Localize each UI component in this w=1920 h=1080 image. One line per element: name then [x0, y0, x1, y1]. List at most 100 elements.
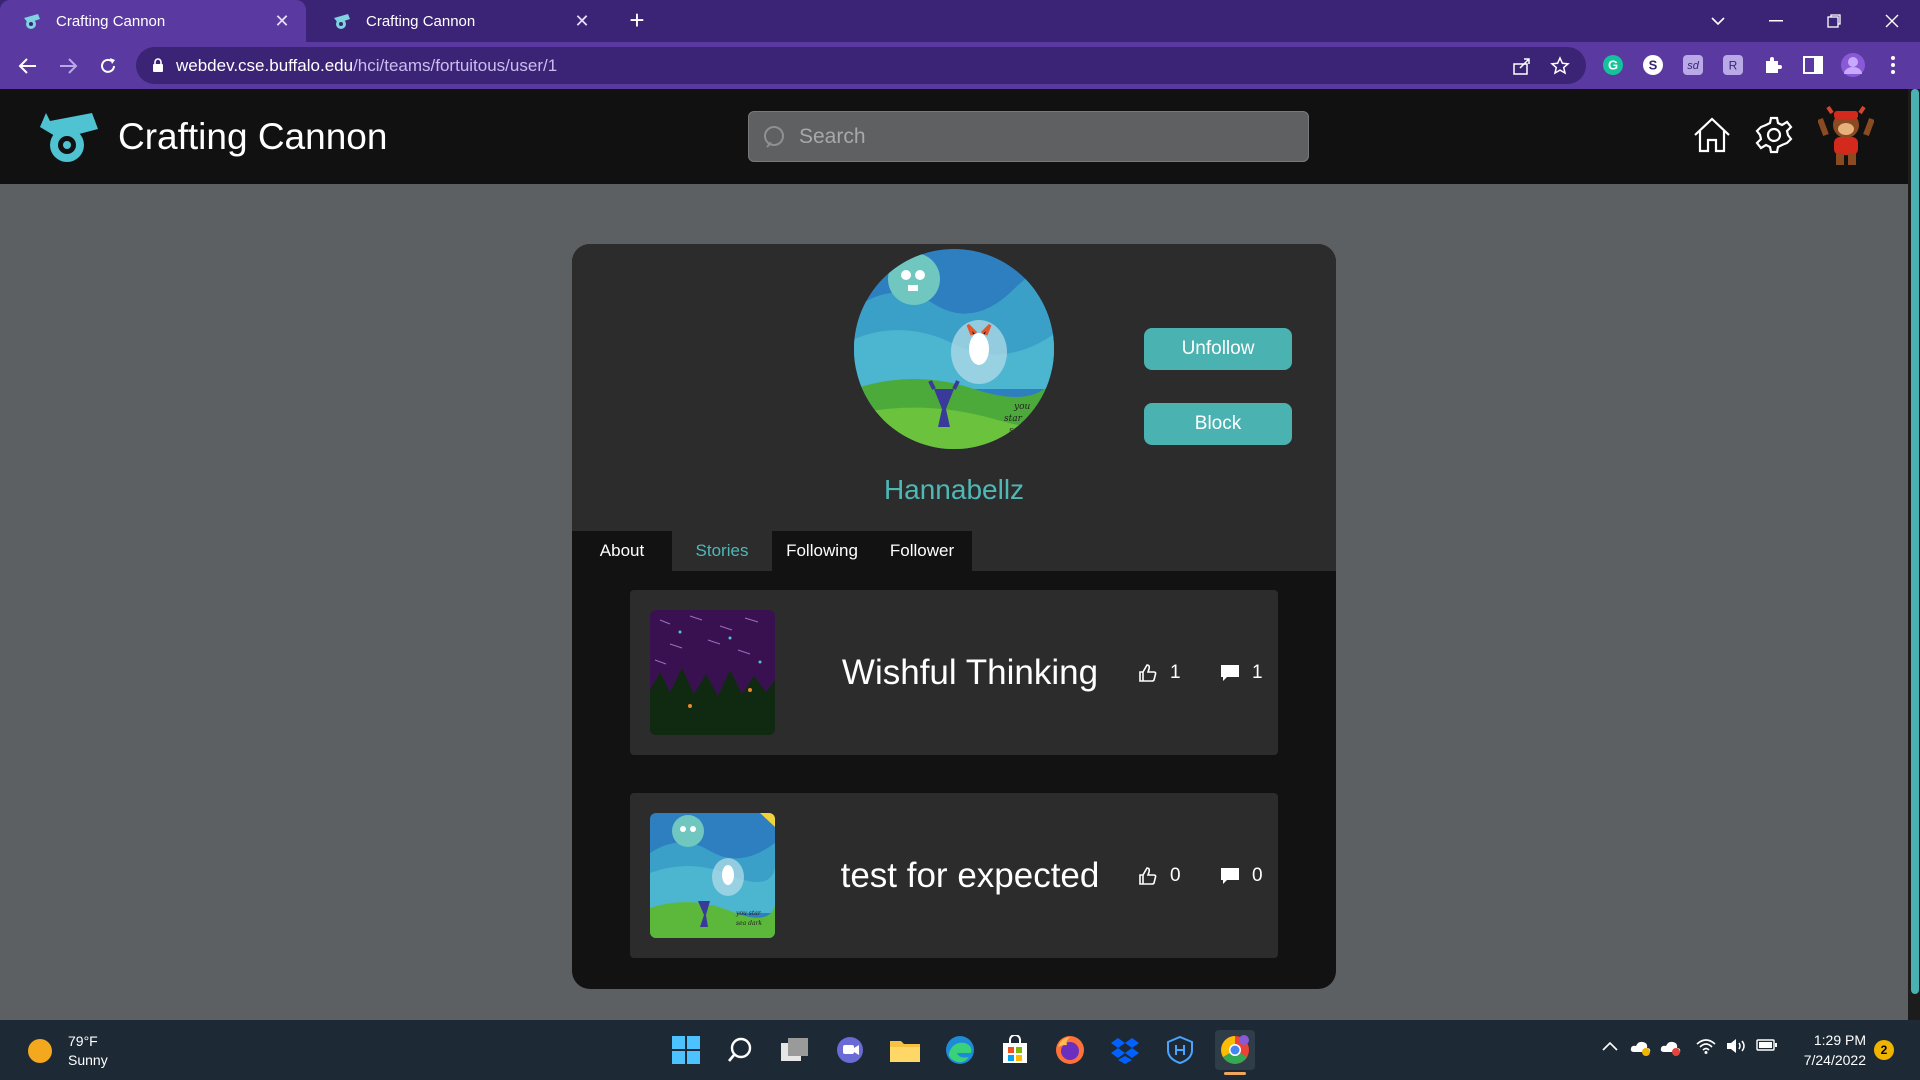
- close-tab-icon[interactable]: ✕: [272, 11, 292, 32]
- thumbs-up-icon: [1139, 663, 1157, 682]
- user-avatar[interactable]: [1818, 105, 1874, 167]
- svg-text:G: G: [1608, 58, 1618, 73]
- profile-tabs: About Stories Following Follower: [572, 531, 972, 571]
- app-header: Crafting Cannon: [0, 89, 1908, 184]
- browser-tab-1[interactable]: Crafting Cannon ✕: [0, 0, 306, 42]
- url-host: webdev.cse.buffalo.edu: [176, 55, 354, 75]
- notification-badge[interactable]: 2: [1874, 1040, 1894, 1060]
- close-window-button[interactable]: [1864, 0, 1920, 42]
- r-extension-icon[interactable]: R: [1720, 52, 1746, 78]
- extensions-puzzle-icon[interactable]: [1760, 52, 1786, 78]
- cannon-favicon-icon: [24, 14, 40, 29]
- tab-search-icon[interactable]: [1690, 0, 1746, 42]
- edge-browser-icon[interactable]: [940, 1030, 980, 1070]
- teams-chat-icon[interactable]: [830, 1030, 870, 1070]
- clock-date: 7/24/2022: [1803, 1052, 1866, 1068]
- onedrive-error-icon[interactable]: [1660, 1038, 1682, 1059]
- security-app-icon[interactable]: [1160, 1030, 1200, 1070]
- search-box[interactable]: [748, 111, 1309, 162]
- story-likes[interactable]: 1: [1138, 590, 1181, 755]
- running-indicator: [1224, 1072, 1246, 1075]
- onedrive-warning-icon[interactable]: [1630, 1038, 1652, 1059]
- sun-icon: [28, 1039, 52, 1063]
- story-card[interactable]: Wishful Thinking 1 1: [630, 590, 1278, 755]
- search-icon: [764, 125, 784, 148]
- tab-following[interactable]: Following: [772, 531, 872, 571]
- svg-text:sd: sd: [1687, 60, 1700, 72]
- story-comments[interactable]: 1: [1220, 590, 1263, 755]
- volume-icon[interactable]: [1726, 1038, 1748, 1057]
- comment-icon: [1221, 664, 1239, 681]
- taskbar: 79°F Sunny 1:29 PM 7/24/2022 2: [0, 1020, 1920, 1080]
- weather-temperature: 79°F: [68, 1033, 98, 1049]
- svg-text:you: you: [1013, 402, 1031, 412]
- battery-icon[interactable]: [1756, 1038, 1778, 1055]
- page-scrollbar[interactable]: [1908, 89, 1920, 1020]
- share-icon[interactable]: [1512, 56, 1532, 76]
- firefox-icon[interactable]: [1050, 1030, 1090, 1070]
- url-text: webdev.cse.buffalo.edu/hci/teams/fortuit…: [176, 56, 557, 76]
- story-title[interactable]: Wishful Thinking: [805, 590, 1135, 755]
- cannon-favicon-icon: [334, 14, 350, 29]
- like-count: 1: [1170, 661, 1181, 683]
- tab-about[interactable]: About: [572, 531, 672, 571]
- search-input[interactable]: [799, 124, 1279, 149]
- story-comments[interactable]: 0: [1220, 793, 1263, 958]
- thumbs-up-icon: [1139, 866, 1157, 885]
- weather-widget[interactable]: 79°F Sunny: [28, 1032, 108, 1070]
- grammarly-extension-icon[interactable]: G: [1600, 52, 1626, 78]
- svg-text:S: S: [1649, 58, 1658, 73]
- address-bar[interactable]: webdev.cse.buffalo.edu/hci/teams/fortuit…: [136, 47, 1586, 84]
- scrollbar-thumb[interactable]: [1911, 89, 1919, 994]
- side-panel-icon[interactable]: [1800, 52, 1826, 78]
- sd-extension-icon[interactable]: sd: [1680, 52, 1706, 78]
- profile-avatar: you star sea: [854, 249, 1054, 449]
- task-view-icon[interactable]: [775, 1030, 815, 1070]
- svg-text:sea: sea: [1009, 426, 1024, 436]
- comment-icon: [1221, 867, 1239, 884]
- unfollow-button[interactable]: Unfollow: [1144, 328, 1292, 370]
- browser-tab-2[interactable]: Crafting Cannon ✕: [310, 0, 606, 42]
- block-button[interactable]: Block: [1144, 403, 1292, 445]
- tray-overflow-chevron-icon[interactable]: [1602, 1038, 1618, 1054]
- tab-title: Crafting Cannon: [366, 12, 476, 30]
- browser-menu-icon[interactable]: [1880, 52, 1906, 78]
- svg-text:star: star: [1004, 414, 1023, 424]
- settings-gear-icon[interactable]: [1750, 111, 1798, 159]
- minimize-button[interactable]: [1748, 0, 1804, 42]
- file-explorer-icon[interactable]: [885, 1030, 925, 1070]
- lock-icon: [153, 58, 163, 72]
- new-tab-button[interactable]: +: [622, 6, 652, 36]
- back-icon[interactable]: [12, 50, 44, 82]
- s-extension-icon[interactable]: S: [1640, 52, 1666, 78]
- tab-title: Crafting Cannon: [56, 12, 166, 30]
- like-count: 0: [1170, 864, 1181, 886]
- comment-count: 1: [1252, 661, 1263, 683]
- browser-toolbar: webdev.cse.buffalo.edu/hci/teams/fortuit…: [0, 42, 1920, 89]
- tab-follower[interactable]: Follower: [872, 531, 972, 571]
- url-path: /hci/teams/fortuitous/user/1: [353, 55, 558, 75]
- taskbar-search-icon[interactable]: [720, 1030, 760, 1070]
- home-icon[interactable]: [1688, 111, 1736, 159]
- reload-icon[interactable]: [92, 50, 124, 82]
- chrome-icon[interactable]: [1215, 1030, 1255, 1070]
- story-card[interactable]: you star sea dark test for expected 0 0: [630, 793, 1278, 958]
- dropbox-icon[interactable]: [1105, 1030, 1145, 1070]
- restore-button[interactable]: [1806, 0, 1862, 42]
- clock-time: 1:29 PM: [1813, 1032, 1866, 1048]
- close-tab-icon[interactable]: ✕: [572, 11, 592, 32]
- profile-avatar-icon[interactable]: [1840, 52, 1866, 78]
- wifi-icon[interactable]: [1696, 1038, 1716, 1057]
- profile-header: you star sea Unfollow Block Hannabellz: [572, 244, 1336, 571]
- brand-link[interactable]: Crafting Cannon: [36, 109, 387, 165]
- story-likes[interactable]: 0: [1138, 793, 1181, 958]
- browser-tab-strip: Crafting Cannon ✕ Crafting Cannon ✕ +: [0, 0, 1920, 42]
- tab-stories[interactable]: Stories: [672, 531, 772, 571]
- story-thumbnail: you star sea dark: [650, 813, 775, 938]
- start-windows-icon[interactable]: [666, 1030, 706, 1070]
- forward-icon[interactable]: [52, 50, 84, 82]
- taskbar-clock[interactable]: 1:29 PM 7/24/2022: [1790, 1030, 1866, 1070]
- story-title[interactable]: test for expected: [805, 793, 1135, 958]
- microsoft-store-icon[interactable]: [995, 1030, 1035, 1070]
- bookmark-star-icon[interactable]: [1550, 56, 1570, 76]
